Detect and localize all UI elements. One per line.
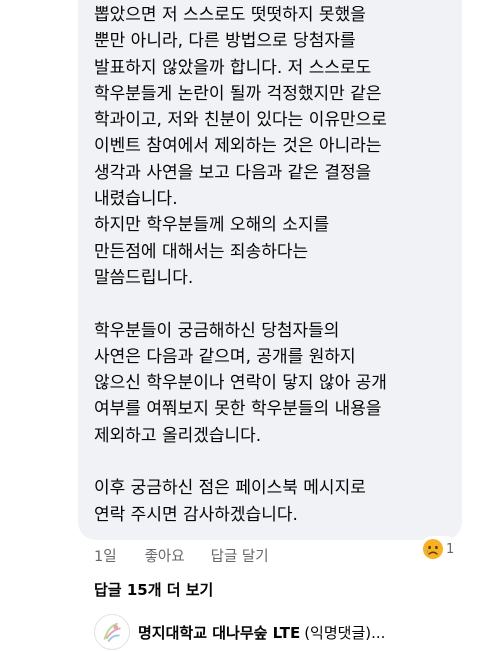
like-button[interactable]: 좋아요	[145, 545, 185, 566]
comment-line: 여부를 여쭤보지 못한 학우분들의 내용을	[94, 399, 382, 420]
comment-line	[94, 449, 448, 475]
comment-line: 뿐만 아니라, 다른 방법으로 당첨자를	[94, 31, 356, 52]
comment-bubble: 뽑았으면 저 스스로도 떳떳하지 못했을 뿐만 아니라, 다른 방법으로 당첨자…	[78, 0, 462, 540]
comment-line: 제외하고 올리겠습니다.	[94, 425, 262, 446]
reply-preview-text: (익명댓글)...	[304, 623, 386, 642]
reaction-count: 1	[446, 541, 455, 557]
reply-button[interactable]: 답글 달기	[211, 545, 269, 566]
comment-line: 이벤트 참여에서 제외하는 것은 아니라는	[94, 136, 382, 157]
comment-line: 학우분들게 논란이 될까 걱정했지만 같은	[94, 83, 382, 104]
comment-line: 사연은 다음과 같으며, 공개를 원하지	[94, 346, 356, 367]
reply-preview[interactable]: 명지대학교 대나무숲 LTE (익명댓글)...	[94, 614, 385, 650]
comment-line: 만든점에 대해서는 죄송하다는	[94, 241, 309, 262]
view-more-replies-link[interactable]: 답글 15개 더 보기	[94, 579, 213, 600]
comment-meta: 1일 좋아요 답글 달기	[94, 545, 295, 566]
comment-line: 말씀드립니다.	[94, 267, 194, 288]
comment-line: 않으신 학우분이나 연락이 닿지 않아 공개	[94, 373, 387, 394]
comment-line: 발표하지 않았을까 합니다. 저 스스로도	[94, 57, 372, 78]
avatar[interactable]	[94, 614, 130, 650]
comment-line: 하지만 학우분들께 오해의 소지를	[94, 215, 330, 236]
comment-line	[94, 291, 448, 317]
reply-author-name[interactable]: 명지대학교 대나무숲 LTE	[138, 622, 300, 643]
comment-line: 학우분들이 궁금해하신 당첨자들의	[94, 320, 340, 341]
comment-line: 내렸습니다.	[94, 189, 178, 210]
comment-line: 학과이고, 저와 친분이 있다는 이유만으로	[94, 110, 387, 131]
reaction-badge[interactable]: 1	[420, 536, 459, 562]
sad-face-icon	[423, 539, 443, 559]
comment-line: 이후 궁금하신 점은 페이스북 메시지로	[94, 478, 366, 499]
comment-line: 생각과 사연을 보고 다음과 같은 결정을	[94, 162, 372, 183]
comment-line: 뽑았으면 저 스스로도 떳떳하지 못했을	[94, 5, 366, 25]
comment-timestamp[interactable]: 1일	[94, 545, 117, 566]
bamboo-logo-icon	[95, 615, 129, 649]
comment-line: 연락 주시면 감사하겠습니다.	[94, 504, 298, 525]
